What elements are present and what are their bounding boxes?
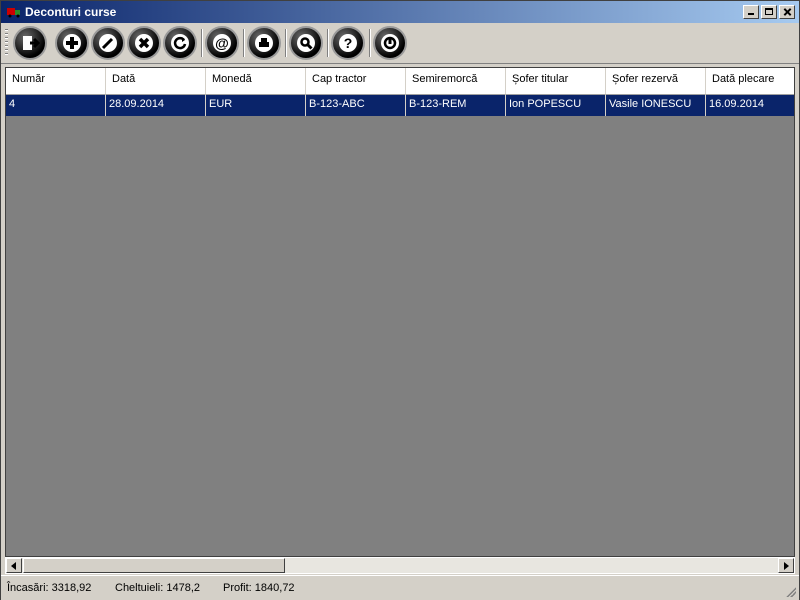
truck-app-icon [7,8,20,18]
horizontal-scrollbar[interactable] [5,557,795,574]
toolbar: @ ? [1,23,799,64]
column-header-cap-tractor[interactable]: Cap tractor [306,68,406,95]
refresh-button[interactable] [163,26,197,60]
title-bar[interactable]: Deconturi curse [1,1,799,23]
close-button[interactable] [779,5,795,19]
column-header-sofer-rezerva[interactable]: Șofer rezervă [606,68,706,95]
delete-icon [135,34,153,52]
status-bar: Încasări: 3318,92 Cheltuieli: 1478,2 Pro… [1,575,799,600]
help-icon: ? [339,34,357,52]
delete-button[interactable] [127,26,161,60]
power-button[interactable] [373,26,407,60]
toolbar-separator [243,29,245,57]
resize-grip[interactable] [786,587,796,597]
print-button[interactable] [247,26,281,60]
cell-data-plecare: 16.09.2014 [706,95,794,116]
cell-data: 28.09.2014 [106,95,206,116]
toolbar-separator [369,29,371,57]
search-icon [297,34,315,52]
status-incasari: Încasări: 3318,92 [7,582,92,594]
print-icon [255,34,273,52]
email-icon: @ [213,34,231,52]
column-header-moneda[interactable]: Monedă [206,68,306,95]
power-icon [381,34,399,52]
cell-moneda: EUR [206,95,306,116]
add-button[interactable] [55,26,89,60]
grid-header: Număr Dată Monedă Cap tractor Semiremorc… [6,68,794,95]
exit-button[interactable] [13,26,47,60]
svg-text:@: @ [215,35,229,51]
scroll-thumb[interactable] [23,558,285,573]
minimize-button[interactable] [743,5,759,19]
svg-text:?: ? [344,35,353,51]
add-icon [63,34,81,52]
cell-sofer-titular: Ion POPESCU [506,95,606,116]
email-button[interactable]: @ [205,26,239,60]
column-header-data[interactable]: Dată [106,68,206,95]
edit-button[interactable] [91,26,125,60]
scroll-right-button[interactable] [778,558,794,573]
search-button[interactable] [289,26,323,60]
toolbar-separator [201,29,203,57]
cell-numar: 4 [6,95,106,116]
edit-icon [99,34,117,52]
data-grid[interactable]: Număr Dată Monedă Cap tractor Semiremorc… [5,67,795,557]
column-header-sofer-titular[interactable]: Șofer titular [506,68,606,95]
scroll-left-button[interactable] [6,558,22,573]
window-title: Deconturi curse [25,5,117,19]
toolbar-separator [327,29,329,57]
refresh-icon [171,34,189,52]
cell-semiremorca: B-123-REM [406,95,506,116]
column-header-semiremorca[interactable]: Semiremorcă [406,68,506,95]
column-header-data-plecare[interactable]: Dată plecare [706,68,794,95]
help-button[interactable]: ? [331,26,365,60]
cell-sofer-rezerva: Vasile IONESCU [606,95,706,116]
main-window: Deconturi curse @ ? Număr Dată Monedă Ca… [0,0,800,600]
status-cheltuieli: Cheltuieli: 1478,2 [115,582,201,594]
toolbar-grip[interactable] [5,29,8,57]
exit-icon [23,36,40,50]
toolbar-separator [285,29,287,57]
status-profit: Profit: 1840,72 [223,582,295,594]
maximize-button[interactable] [761,5,777,19]
cell-cap-tractor: B-123-ABC [306,95,406,116]
table-row[interactable]: 4 28.09.2014 EUR B-123-ABC B-123-REM Ion… [6,95,794,116]
column-header-numar[interactable]: Număr [6,68,106,95]
